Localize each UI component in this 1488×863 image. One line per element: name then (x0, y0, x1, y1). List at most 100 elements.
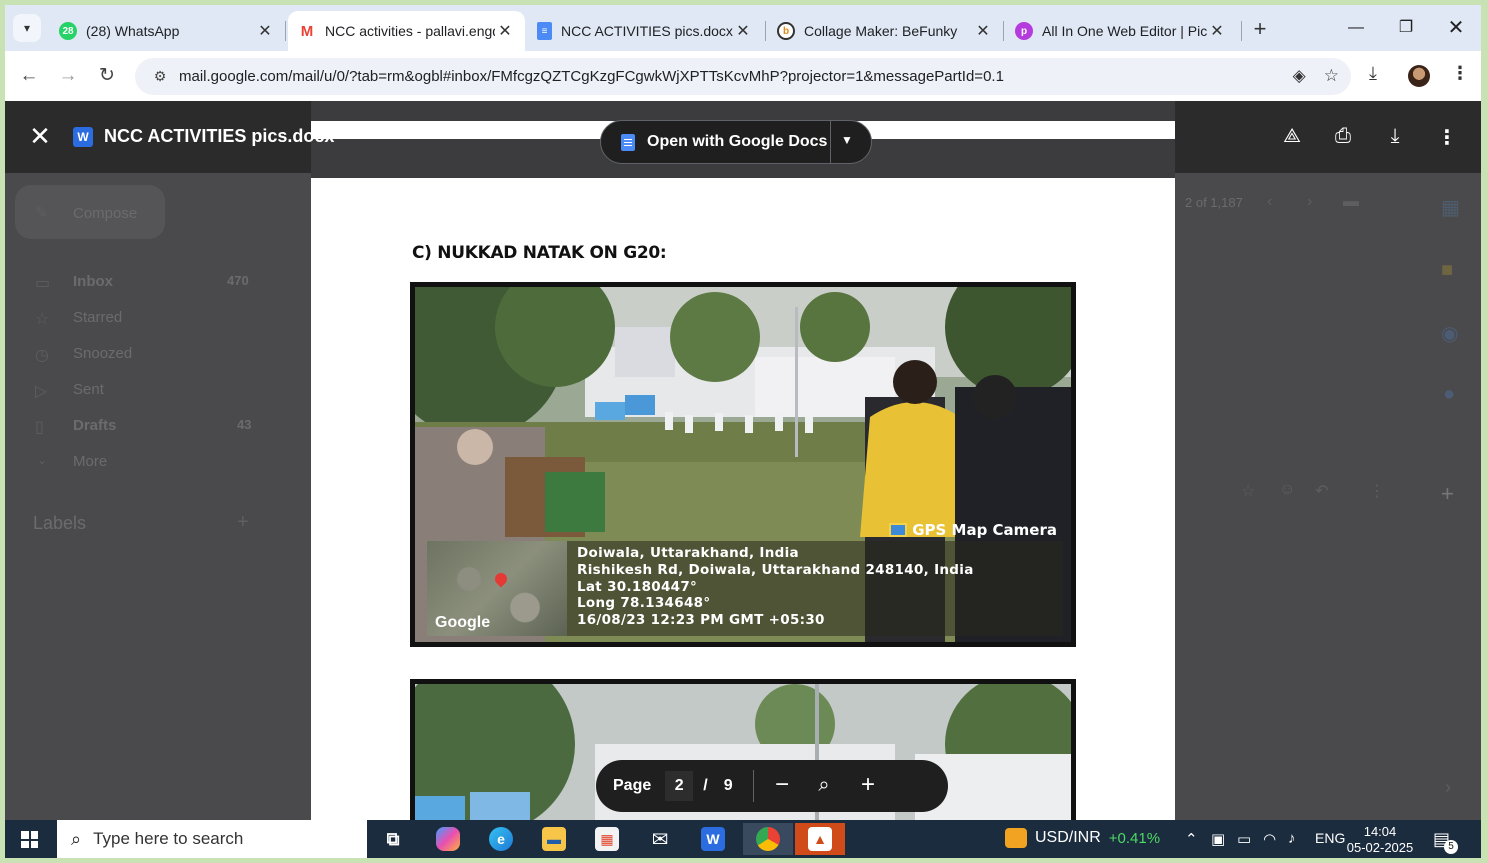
back-button[interactable]: ← (16, 63, 42, 89)
event-photo: GPS Map Camera Google Doiwala, Uttarakha… (410, 282, 1076, 647)
document-page: C) NUKKAD NATAK ON G20: GPS Map Camera G… (311, 101, 1175, 820)
close-icon[interactable]: ✕ (495, 21, 515, 41)
geotag-overlay: Google Doiwala, Uttarakhand, India Rishi… (427, 541, 1063, 636)
new-tab-button[interactable]: + (1248, 16, 1272, 42)
add-to-drive-icon[interactable]: ⟁ (1279, 125, 1305, 148)
file-explorer-button[interactable]: ▬ (534, 823, 574, 855)
currency-widget[interactable]: USD/INR +0.41% (1005, 828, 1160, 848)
minimize-button[interactable]: — (1333, 13, 1379, 43)
befunky-icon: b (777, 22, 795, 40)
google-docs-icon (621, 133, 635, 151)
print-icon[interactable]: ⎙ (1330, 125, 1356, 148)
restore-button[interactable]: ❐ (1383, 13, 1429, 43)
folder-icon: ▬ (542, 827, 566, 851)
caret-down-icon[interactable]: ▼ (841, 133, 853, 147)
tab-gmail[interactable]: M NCC activities - pallavi.engd ✕ (288, 11, 525, 51)
url-text[interactable]: mail.google.com/mail/u/0/?tab=rm&ogbl#in… (179, 68, 1004, 85)
speaker-icon[interactable]: ♪ (1288, 830, 1296, 847)
system-clock[interactable]: 14:04 05-02-2025 (1345, 824, 1415, 856)
geotag-latitude: Lat 30.180447° (577, 578, 698, 595)
task-view-button[interactable]: ⧉ (373, 823, 413, 855)
tab-picsart[interactable]: p All In One Web Editor | Picsa ✕ (1005, 11, 1237, 51)
more-options-icon[interactable]: ⋮ (1434, 125, 1460, 150)
tab-divider (765, 21, 766, 41)
site-info-icon[interactable]: ⚙ (145, 68, 175, 85)
photos-button[interactable]: ▲ (795, 823, 845, 855)
download-icon[interactable]: ⤓ (1382, 125, 1408, 148)
chevron-up-icon[interactable]: ⌃ (1185, 830, 1198, 848)
folder-inbox: Inbox (73, 273, 113, 290)
control-divider (753, 770, 754, 802)
geotag-place: Doiwala, Uttarakhand, India (577, 545, 799, 561)
bookmark-star-icon[interactable]: ☆ (1324, 66, 1339, 86)
current-page-input[interactable]: 2 (665, 771, 694, 801)
geotag-longitude: Long 78.134648° (577, 595, 711, 612)
more-vert-icon: ⋮ (1369, 483, 1385, 500)
draft-icon: ▯ (35, 419, 44, 436)
edge-button[interactable]: e (481, 823, 521, 855)
emoji-icon: ☺ (1279, 481, 1296, 498)
expand-panel-icon: › (1445, 777, 1451, 797)
close-icon[interactable]: ✕ (733, 21, 753, 41)
browser-menu-icon[interactable]: ⋮ (1451, 63, 1469, 84)
compose-label: Compose (73, 205, 138, 222)
contacts-icon: ● (1443, 383, 1456, 405)
tab-title: Collage Maker: BeFunky (804, 23, 958, 39)
close-icon[interactable]: ✕ (1207, 21, 1227, 41)
downloads-icon[interactable]: ⤓ (1369, 63, 1377, 84)
chrome-button[interactable] (743, 823, 793, 855)
add-addon-icon: + (1441, 481, 1454, 506)
taskbar-search[interactable]: ⌕ Type here to search (57, 820, 367, 858)
wifi-icon[interactable]: ◠ (1263, 830, 1276, 848)
forward-button[interactable]: → (55, 63, 81, 89)
minimap: Google (427, 541, 567, 636)
close-icon[interactable]: ✕ (973, 21, 993, 41)
chevron-right-icon: › (1307, 193, 1313, 210)
attachment-viewer: ✎ Compose ▭ Inbox 470 ☆ Starred ◷ Snooze… (5, 101, 1481, 820)
close-icon[interactable]: ✕ (255, 21, 275, 41)
reload-button[interactable]: ↻ (94, 63, 120, 89)
page-label: Page (613, 777, 652, 794)
close-window-button[interactable]: ✕ (1433, 13, 1479, 43)
inbox-count: 470 (227, 273, 249, 288)
page-top-strip (311, 101, 1175, 121)
search-placeholder[interactable]: Type here to search (93, 829, 243, 849)
zoom-in-button[interactable]: + (855, 772, 881, 798)
copilot-button[interactable] (428, 823, 468, 855)
battery-icon[interactable]: ▭ (1237, 830, 1251, 848)
close-viewer-button[interactable]: ✕ (27, 123, 53, 149)
button-divider (830, 121, 831, 163)
edge-icon: e (489, 827, 513, 851)
add-label-icon: + (237, 511, 249, 533)
tab-divider (285, 21, 286, 41)
avatar[interactable] (1408, 65, 1430, 87)
tab-docs[interactable]: ≡ NCC ACTIVITIES pics.docx - ✕ (527, 11, 763, 51)
chevron-down-icon: ⌄ (37, 453, 48, 467)
language-indicator[interactable]: ENG (1315, 830, 1345, 846)
tab-title: (28) WhatsApp (86, 23, 180, 39)
address-bar[interactable]: ⚙ mail.google.com/mail/u/0/?tab=rm&ogbl#… (135, 58, 1351, 95)
windows-taskbar: ⌕ Type here to search ⧉ e ▬ ▦ ✉ W ▲ USD/… (5, 820, 1481, 858)
store-button[interactable]: ▦ (587, 823, 627, 855)
lens-icon[interactable]: ◈ (1293, 66, 1306, 86)
tab-title: NCC activities - pallavi.engd (325, 23, 495, 39)
zoom-out-button[interactable]: − (769, 772, 795, 798)
tab-search-button[interactable]: ▾ (13, 14, 41, 42)
geotag-timestamp: 16/08/23 12:23 PM GMT +05:30 (577, 612, 825, 629)
word-button[interactable]: W (693, 823, 733, 855)
browser-window: ▾ 28 (28) WhatsApp ✕ M NCC activities - … (5, 5, 1481, 858)
zoom-icon[interactable]: ⌕ (811, 772, 837, 798)
open-with-google-docs-button[interactable]: Open with Google Docs ▼ (600, 120, 872, 164)
tab-whatsapp[interactable]: 28 (28) WhatsApp ✕ (49, 11, 285, 51)
word-icon: W (701, 827, 725, 851)
tab-title: NCC ACTIVITIES pics.docx - (561, 23, 733, 39)
tab-befunky[interactable]: b Collage Maker: BeFunky ✕ (767, 11, 1003, 51)
currency-pair: USD/INR (1035, 829, 1101, 846)
reply-icon: ↶ (1315, 483, 1329, 500)
mail-button[interactable]: ✉ (640, 823, 680, 855)
folder-snoozed: Snoozed (73, 345, 133, 362)
geotag-text: Doiwala, Uttarakhand, India Rishikesh Rd… (577, 545, 974, 629)
calendar-icon: ▦ (1441, 197, 1460, 219)
meet-icon[interactable]: ▣ (1211, 830, 1225, 848)
windows-start-icon[interactable] (21, 831, 38, 848)
